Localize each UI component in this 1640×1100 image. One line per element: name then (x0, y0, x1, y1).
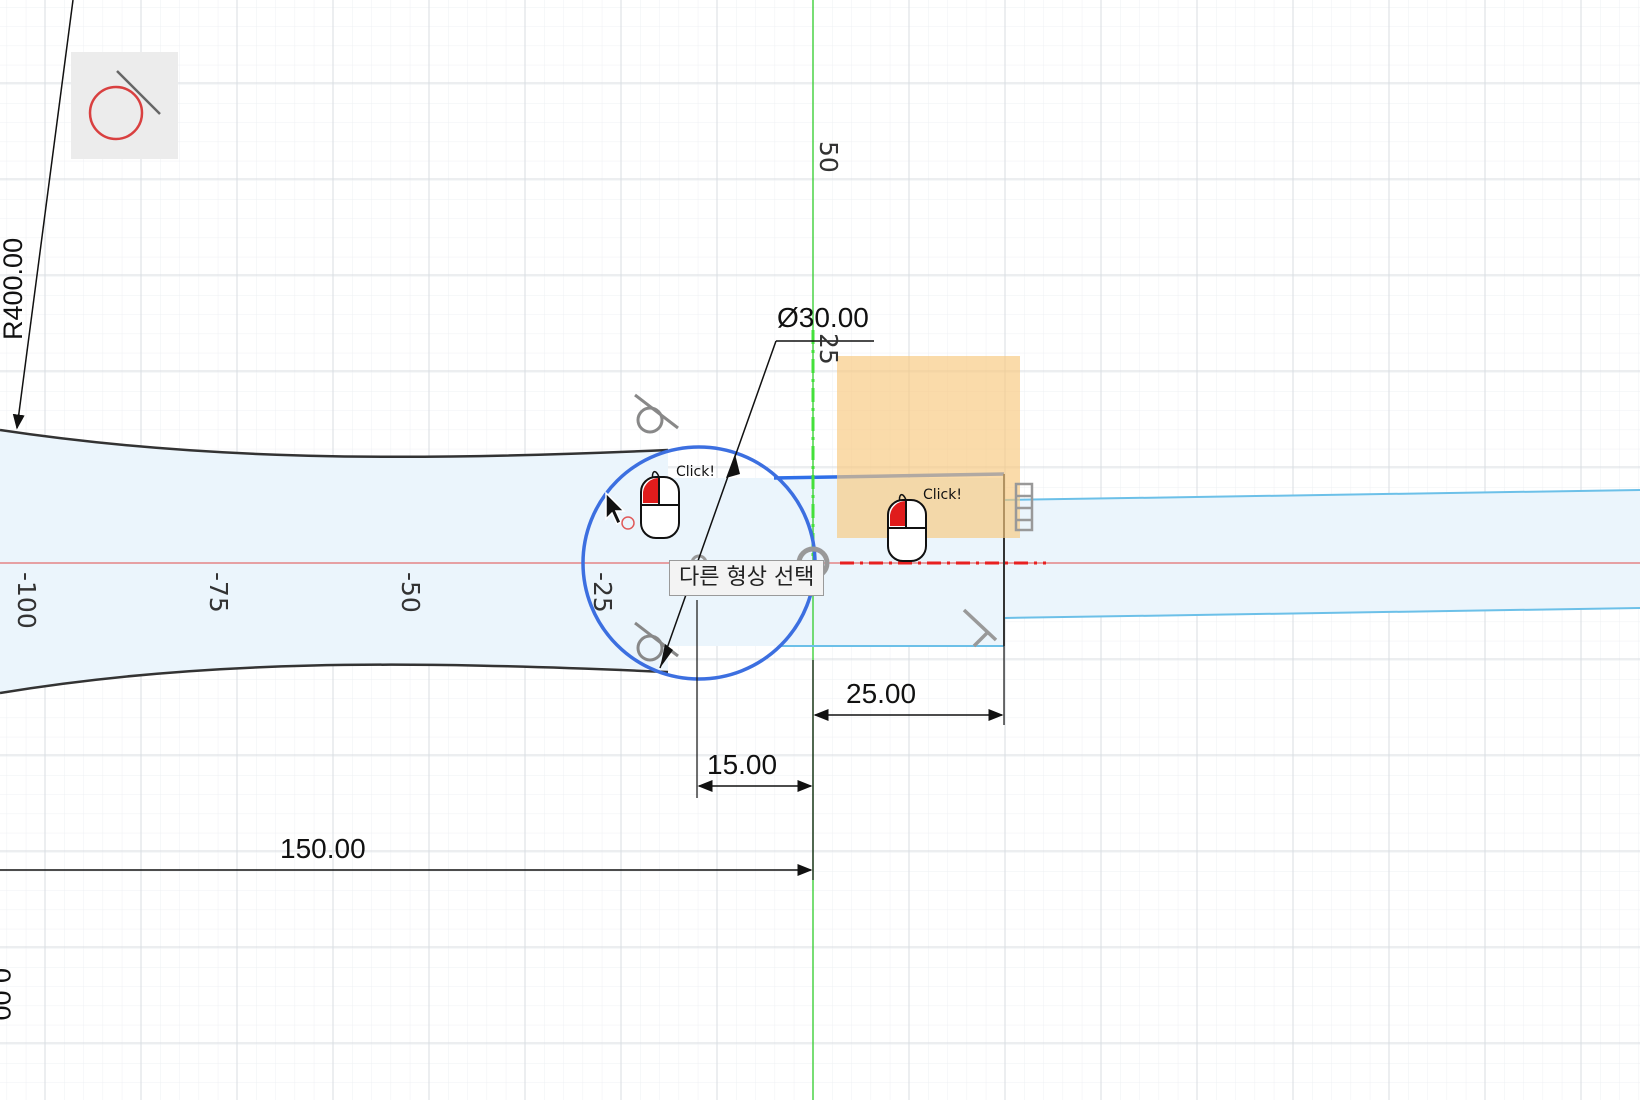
axis-label-x: -75 (204, 572, 233, 613)
mouse-click-hint-icon (640, 470, 680, 539)
sketch-canvas[interactable]: R400.00 Ø30.00 25.00 15.00 150.00 0.00 -… (0, 0, 1640, 1100)
profile-region-left (0, 430, 668, 693)
axis-label-x: -100 (12, 572, 41, 629)
axis-label-y: 50 (814, 141, 843, 173)
circle-tangent-icon-glyph (88, 70, 161, 141)
axis-label-x: -50 (396, 572, 425, 613)
diameter-dimension[interactable]: Ø30.00 (777, 302, 869, 333)
mouse-click-hint-icon (887, 493, 927, 562)
axis-label-y: 25 (814, 333, 843, 365)
dimension-25[interactable]: 25.00 (846, 678, 916, 709)
highlight-box (837, 356, 1020, 538)
dimension-150[interactable]: 150.00 (280, 833, 366, 864)
click-hint-text: Click! (676, 464, 715, 480)
profile-region-right (1004, 490, 1640, 618)
context-tooltip: 다른 형상 선택 (669, 560, 825, 596)
radius-dimension[interactable]: R400.00 (0, 238, 28, 340)
click-hint-text: Click! (923, 487, 962, 503)
circle-tangent-icon (71, 52, 178, 159)
axis-label-x: -25 (588, 572, 617, 613)
dimension-15[interactable]: 15.00 (707, 749, 777, 780)
partial-dimension[interactable]: 0.00 (0, 968, 16, 1021)
